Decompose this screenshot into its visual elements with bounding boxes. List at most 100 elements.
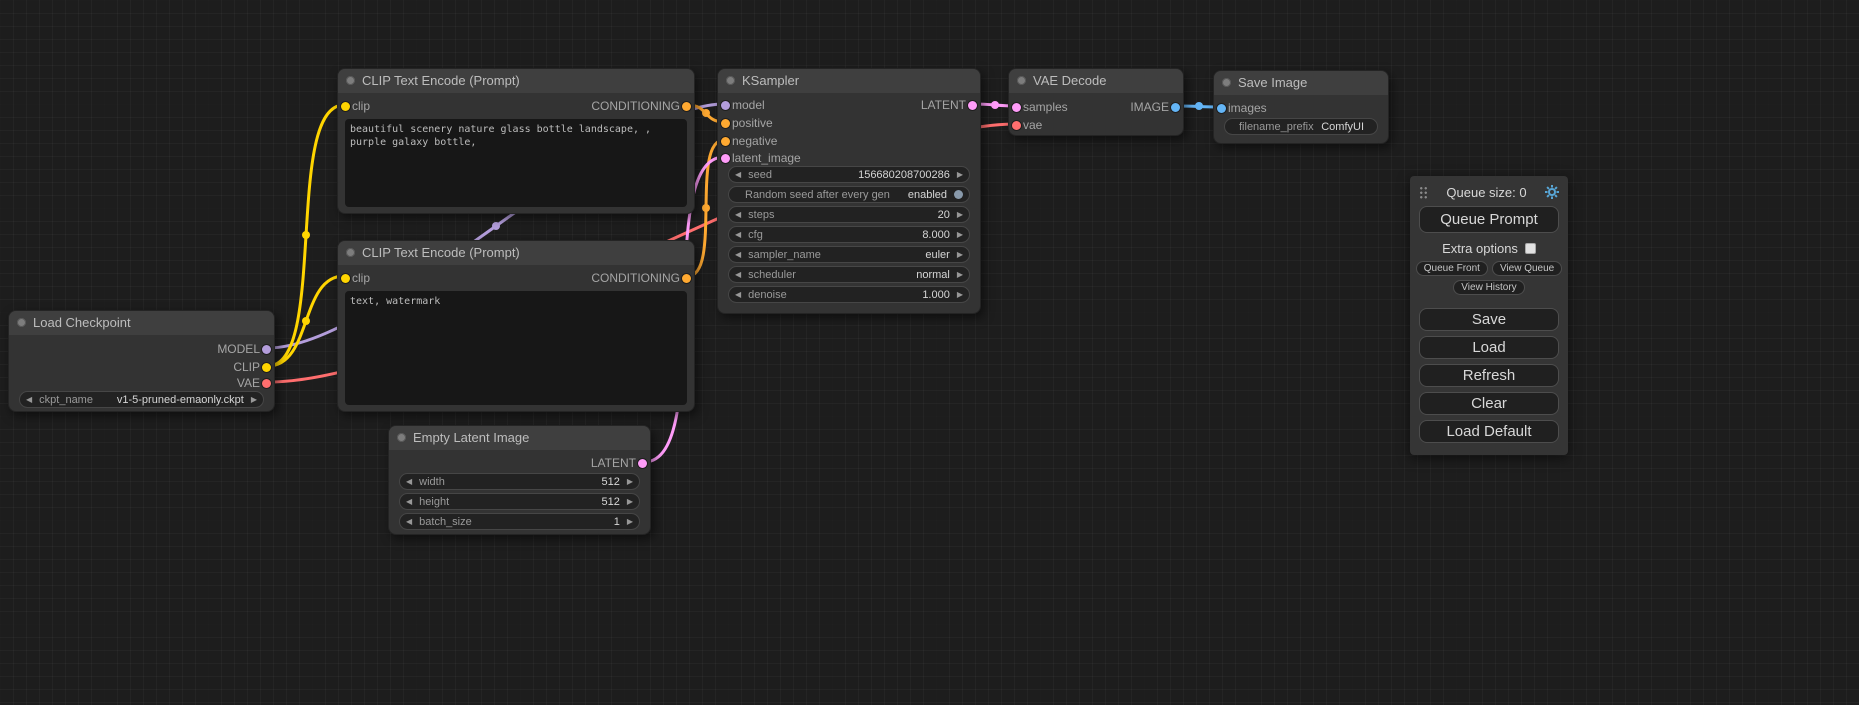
model-output-slot[interactable] [262, 345, 271, 354]
prev-arrow-icon[interactable]: ◀ [735, 230, 741, 239]
widget-value: enabled [908, 189, 947, 201]
widget-value: normal [916, 269, 950, 281]
images-input-slot[interactable] [1217, 104, 1226, 113]
prev-arrow-icon[interactable]: ◀ [26, 395, 32, 404]
node-collapse-dot[interactable] [346, 248, 355, 257]
widget-label: width [419, 476, 445, 488]
latent-output-slot[interactable] [968, 101, 977, 110]
latent-image-input-slot[interactable] [721, 154, 730, 163]
next-arrow-icon[interactable]: ▶ [627, 477, 633, 486]
ckpt-name-widget[interactable]: ◀ ckpt_name v1-5-pruned-emaonly.ckpt ▶ [19, 391, 264, 408]
next-arrow-icon[interactable]: ▶ [957, 250, 963, 259]
input-label-vae: vae [1023, 117, 1042, 133]
width-widget[interactable]: ◀ width 512 ▶ [399, 473, 640, 490]
node-collapse-dot[interactable] [17, 318, 26, 327]
refresh-button[interactable]: Refresh [1419, 364, 1559, 387]
node-title-bar[interactable]: Load Checkpoint [9, 311, 274, 335]
scheduler-widget[interactable]: ◀ scheduler normal ▶ [728, 266, 970, 283]
prev-arrow-icon[interactable]: ◀ [735, 270, 741, 279]
vae-output-slot[interactable] [262, 379, 271, 388]
node-collapse-dot[interactable] [1222, 78, 1231, 87]
extra-options-checkbox[interactable] [1525, 243, 1536, 254]
height-widget[interactable]: ◀ height 512 ▶ [399, 493, 640, 510]
link-midpoint-dot [492, 222, 500, 230]
clip-output-slot[interactable] [262, 363, 271, 372]
node-collapse-dot[interactable] [397, 433, 406, 442]
conditioning-output-slot[interactable] [682, 274, 691, 283]
steps-widget[interactable]: ◀ steps 20 ▶ [728, 206, 970, 223]
queue-prompt-button[interactable]: Queue Prompt [1419, 206, 1559, 233]
image-output-slot[interactable] [1171, 103, 1180, 112]
random-seed-toggle[interactable]: Random seed after every gen enabled [728, 186, 970, 203]
node-title: KSampler [742, 73, 799, 88]
node-collapse-dot[interactable] [1017, 76, 1026, 85]
node-title-bar[interactable]: CLIP Text Encode (Prompt) [338, 69, 694, 93]
conditioning-output-slot[interactable] [682, 102, 691, 111]
link-midpoint-dot [702, 109, 710, 117]
widget-label: cfg [748, 229, 763, 241]
node-clip-text-encode-negative[interactable]: CLIP Text Encode (Prompt) clip CONDITION… [337, 240, 695, 412]
model-input-slot[interactable] [721, 101, 730, 110]
positive-input-slot[interactable] [721, 119, 730, 128]
load-default-button[interactable]: Load Default [1419, 420, 1559, 443]
next-arrow-icon[interactable]: ▶ [957, 210, 963, 219]
prev-arrow-icon[interactable]: ◀ [735, 290, 741, 299]
node-title-bar[interactable]: Empty Latent Image [389, 426, 650, 450]
cfg-widget[interactable]: ◀ cfg 8.000 ▶ [728, 226, 970, 243]
next-arrow-icon[interactable]: ▶ [627, 497, 633, 506]
output-label-latent: LATENT [921, 97, 966, 113]
next-arrow-icon[interactable]: ▶ [957, 230, 963, 239]
clip-input-slot[interactable] [341, 102, 350, 111]
node-vae-decode[interactable]: VAE Decode samples IMAGE vae [1008, 68, 1184, 136]
negative-input-slot[interactable] [721, 137, 730, 146]
node-title-bar[interactable]: VAE Decode [1009, 69, 1183, 93]
toggle-dot-icon[interactable] [954, 190, 963, 199]
prev-arrow-icon[interactable]: ◀ [406, 477, 412, 486]
denoise-widget[interactable]: ◀ denoise 1.000 ▶ [728, 286, 970, 303]
node-title-bar[interactable]: CLIP Text Encode (Prompt) [338, 241, 694, 265]
clear-button[interactable]: Clear [1419, 392, 1559, 415]
queue-size-label: Queue size: 0 [1428, 185, 1545, 200]
next-arrow-icon[interactable]: ▶ [957, 290, 963, 299]
node-ksampler[interactable]: KSampler model LATENT positive negative … [717, 68, 981, 314]
vae-input-slot[interactable] [1012, 121, 1021, 130]
prompt-textarea[interactable]: text, watermark [345, 291, 687, 405]
node-collapse-dot[interactable] [346, 76, 355, 85]
save-button[interactable]: Save [1419, 308, 1559, 331]
view-history-button[interactable]: View History [1453, 280, 1524, 295]
sampler-name-widget[interactable]: ◀ sampler_name euler ▶ [728, 246, 970, 263]
prev-arrow-icon[interactable]: ◀ [735, 250, 741, 259]
prompt-textarea[interactable]: beautiful scenery nature glass bottle la… [345, 119, 687, 207]
settings-gear-icon[interactable] [1545, 185, 1559, 199]
node-title: Empty Latent Image [413, 430, 529, 445]
widget-label: scheduler [748, 269, 796, 281]
node-title-bar[interactable]: KSampler [718, 69, 980, 93]
seed-widget[interactable]: ◀ seed 156680208700286 ▶ [728, 166, 970, 183]
node-title: VAE Decode [1033, 73, 1106, 88]
queue-front-button[interactable]: Queue Front [1416, 261, 1488, 276]
node-collapse-dot[interactable] [726, 76, 735, 85]
clip-input-slot[interactable] [341, 274, 350, 283]
samples-input-slot[interactable] [1012, 103, 1021, 112]
next-arrow-icon[interactable]: ▶ [627, 517, 633, 526]
next-arrow-icon[interactable]: ▶ [957, 170, 963, 179]
prev-arrow-icon[interactable]: ◀ [406, 517, 412, 526]
filename-prefix-widget[interactable]: filename_prefix ComfyUI [1224, 118, 1378, 135]
next-arrow-icon[interactable]: ▶ [251, 395, 257, 404]
latent-output-slot[interactable] [638, 459, 647, 468]
batch-size-widget[interactable]: ◀ batch_size 1 ▶ [399, 513, 640, 530]
view-queue-button[interactable]: View Queue [1492, 261, 1562, 276]
node-load-checkpoint[interactable]: Load Checkpoint MODEL CLIP VAE ◀ ckpt_na… [8, 310, 275, 412]
prev-arrow-icon[interactable]: ◀ [406, 497, 412, 506]
node-title-bar[interactable]: Save Image [1214, 71, 1388, 95]
widget-value: euler [925, 249, 949, 261]
node-empty-latent-image[interactable]: Empty Latent Image LATENT ◀ width 512 ▶ … [388, 425, 651, 535]
node-clip-text-encode-positive[interactable]: CLIP Text Encode (Prompt) clip CONDITION… [337, 68, 695, 214]
node-save-image[interactable]: Save Image images filename_prefix ComfyU… [1213, 70, 1389, 144]
prev-arrow-icon[interactable]: ◀ [735, 170, 741, 179]
load-button[interactable]: Load [1419, 336, 1559, 359]
drag-handle-icon[interactable] [1419, 186, 1428, 199]
node-graph-canvas[interactable]: Load Checkpoint MODEL CLIP VAE ◀ ckpt_na… [0, 0, 1859, 705]
next-arrow-icon[interactable]: ▶ [957, 270, 963, 279]
prev-arrow-icon[interactable]: ◀ [735, 210, 741, 219]
